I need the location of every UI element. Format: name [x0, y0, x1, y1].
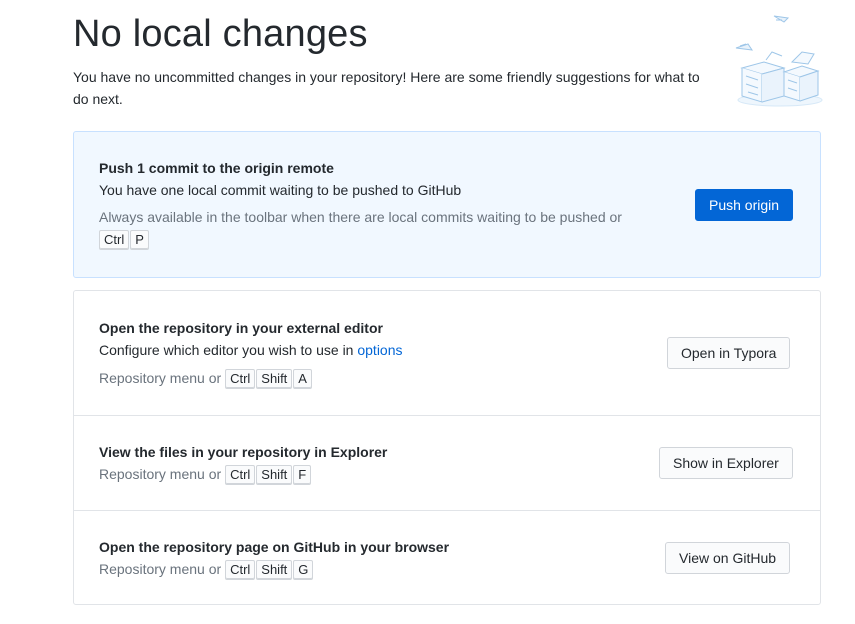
editor-hint-text: Repository menu or: [99, 370, 222, 386]
shortcut-key-shift: Shift: [256, 369, 293, 389]
header: No local changes You have no uncommitted…: [73, 10, 713, 110]
open-editor-row: Open the repository in your external edi…: [74, 291, 820, 415]
github-title: Open the repository page on GitHub in yo…: [99, 539, 450, 555]
explorer-text-block: View the files in your repository in Exp…: [99, 441, 387, 485]
push-title: Push 1 commit to the origin remote: [99, 160, 334, 176]
push-text-block: Push 1 commit to the origin remote You h…: [99, 157, 679, 250]
options-link[interactable]: options: [357, 342, 402, 358]
shortcut-key-ctrl: Ctrl: [225, 369, 256, 389]
github-hint-text: Repository menu or: [99, 561, 222, 577]
editor-hint: Repository menu or Ctrl Shift A: [99, 367, 403, 389]
show-explorer-row: View the files in your repository in Exp…: [74, 415, 820, 510]
intro-text: You have no uncommitted changes in your …: [73, 69, 700, 107]
shortcut-key-f: F: [293, 465, 312, 485]
shortcut-key-ctrl: Ctrl: [225, 465, 256, 485]
open-in-typora-button[interactable]: Open in Typora: [667, 337, 791, 369]
explorer-hint-text: Repository menu or: [99, 466, 222, 482]
push-hint: Always available in the toolbar when the…: [99, 206, 679, 250]
push-suggestion-card: Push 1 commit to the origin remote You h…: [73, 131, 821, 278]
editor-title: Open the repository in your external edi…: [99, 320, 383, 336]
shortcut-key-a: A: [293, 369, 312, 389]
explorer-title: View the files in your repository in Exp…: [99, 444, 388, 460]
shortcut-key-g: G: [293, 560, 314, 580]
page-title: No local changes: [73, 13, 368, 55]
shortcut-key-ctrl: Ctrl: [99, 230, 130, 250]
github-hint: Repository menu or Ctrl Shift G: [99, 558, 449, 580]
editor-description: Configure which editor you wish to use i…: [99, 339, 403, 361]
shortcut-key-ctrl: Ctrl: [225, 560, 256, 580]
push-origin-button[interactable]: Push origin: [695, 189, 794, 221]
editor-text-block: Open the repository in your external edi…: [99, 317, 403, 389]
shortcut-key-shift: Shift: [256, 560, 293, 580]
push-description: You have one local commit waiting to be …: [99, 182, 462, 198]
explorer-hint: Repository menu or Ctrl Shift F: [99, 463, 387, 485]
suggestions-card: Open the repository in your external edi…: [73, 290, 821, 605]
shortcut-key-p: P: [130, 230, 149, 250]
shortcut-key-shift: Shift: [256, 465, 293, 485]
view-on-github-row: Open the repository page on GitHub in yo…: [74, 510, 820, 604]
empty-boxes-illustration-icon: [728, 10, 828, 110]
view-on-github-button[interactable]: View on GitHub: [665, 542, 791, 574]
editor-description-text: Configure which editor you wish to use i…: [99, 342, 354, 358]
github-text-block: Open the repository page on GitHub in yo…: [99, 536, 449, 580]
show-in-explorer-button[interactable]: Show in Explorer: [659, 447, 793, 479]
no-changes-view: No local changes You have no uncommitted…: [0, 0, 855, 624]
push-hint-text: Always available in the toolbar when the…: [99, 209, 622, 225]
